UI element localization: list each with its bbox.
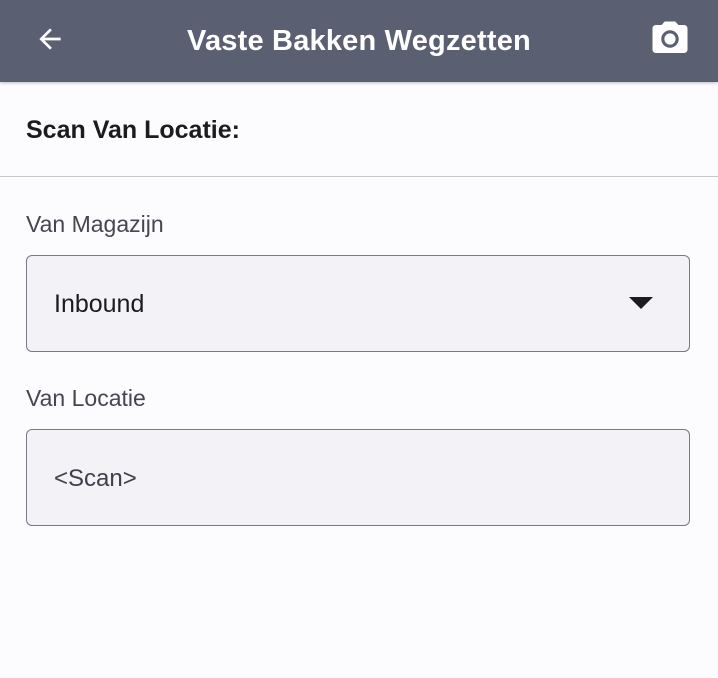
location-placeholder: <Scan>: [54, 465, 137, 492]
warehouse-dropdown[interactable]: Inbound: [26, 255, 690, 352]
app-bar: Vaste Bakken Wegzetten: [0, 0, 718, 82]
arrow-left-icon: [34, 23, 66, 60]
section-title: Scan Van Locatie:: [26, 116, 240, 144]
back-button[interactable]: [26, 17, 74, 65]
camera-icon: [649, 18, 691, 65]
location-scan-field[interactable]: <Scan>: [26, 429, 690, 526]
warehouse-label: Van Magazijn: [26, 211, 164, 237]
dropdown-arrow-icon: [629, 297, 653, 309]
camera-button[interactable]: [646, 17, 694, 65]
warehouse-selected-value: Inbound: [54, 290, 145, 318]
location-label: Van Locatie: [26, 385, 146, 411]
page-title: Vaste Bakken Wegzetten: [187, 25, 531, 57]
section-header: Scan Van Locatie:: [0, 82, 718, 177]
